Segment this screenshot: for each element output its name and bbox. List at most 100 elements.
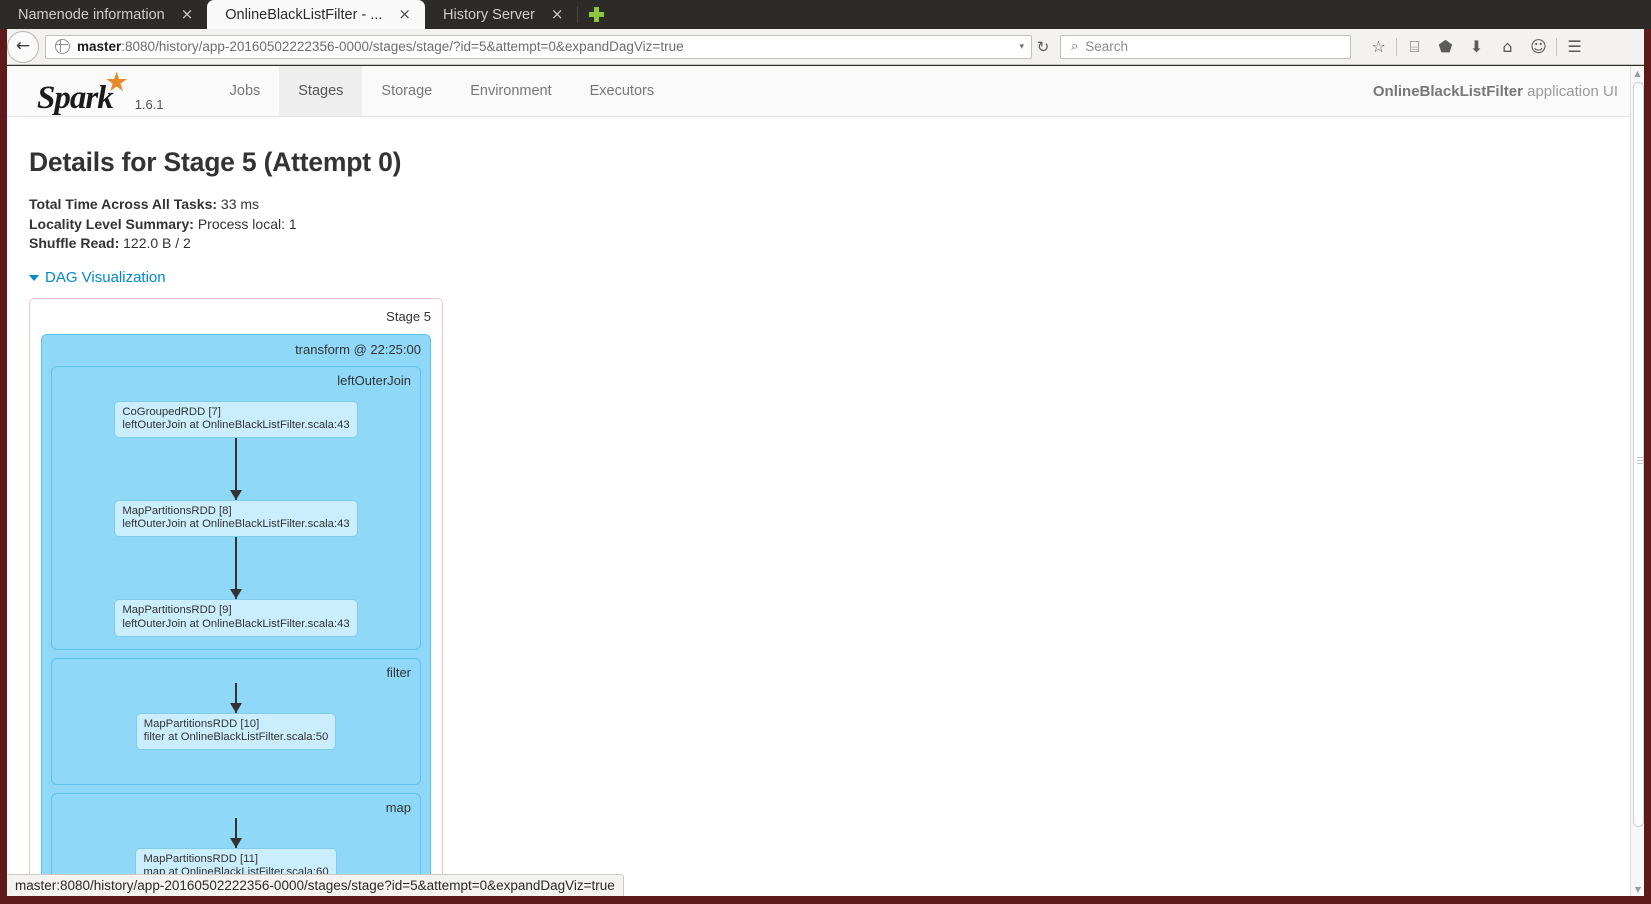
tab-title: Namenode information	[18, 6, 165, 23]
toolbar-divider	[1396, 37, 1397, 56]
pocket-icon[interactable]: ⬟	[1430, 33, 1461, 61]
arrow-head-icon	[230, 589, 242, 600]
dag-node-line1: MapPartitionsRDD [11]	[143, 853, 259, 866]
dag-node-line1: MapPartitionsRDD [8]	[122, 504, 232, 517]
stage-label: Stage 5	[386, 308, 431, 324]
spark-wordmark: Spark	[37, 80, 114, 116]
page-vertical-scrollbar[interactable]: ▲ ▼	[1630, 66, 1644, 896]
scroll-up-arrow-icon[interactable]: ▲	[1631, 66, 1644, 80]
spark-star-icon: ★	[104, 67, 128, 98]
status-bar: master:8080/history/app-20160502222356-0…	[7, 874, 624, 896]
plus-icon	[588, 7, 604, 22]
scroll-down-arrow-icon[interactable]: ▼	[1631, 882, 1644, 896]
tab-title: OnlineBlackListFilter - ...	[225, 6, 383, 23]
summary-locality-level: Locality Level Summary: Process local: 1	[29, 215, 1622, 235]
dag-visualization-toggle[interactable]: DAG Visualization	[29, 269, 166, 286]
dag-edge-arrow	[61, 437, 411, 500]
reload-button[interactable]: ↻	[1032, 38, 1054, 56]
chevron-down-icon[interactable]: ▾	[1019, 42, 1031, 52]
dag-edge-arrow	[61, 537, 411, 600]
search-bar[interactable]: ⌕ Search	[1060, 34, 1351, 59]
globe-icon	[54, 38, 70, 54]
dag-node-mappartitionsrdd-8[interactable]: MapPartitionsRDD [8] leftOuterJoin at On…	[114, 499, 358, 538]
cluster-label: filter	[386, 664, 411, 680]
dag-toggle-label: DAG Visualization	[45, 268, 166, 286]
browser-tab-2[interactable]: History Server ×	[425, 0, 577, 29]
dag-node-line1: CoGroupedRDD [7]	[122, 405, 221, 418]
dag-node-line1: MapPartitionsRDD [10]	[143, 717, 260, 730]
summary-value: 33 ms	[220, 196, 260, 212]
summary-label: Locality Level Summary:	[29, 215, 194, 232]
window-frame-right	[1644, 29, 1651, 904]
scrollbar-thumb[interactable]	[1633, 82, 1644, 827]
home-icon[interactable]: ⌂	[1492, 33, 1523, 61]
summary-label: Shuffle Read:	[29, 235, 120, 251]
nav-tab-environment[interactable]: Environment	[451, 66, 570, 116]
spark-app-navbar: Spark ★ 1.6.1 Jobs Stages Storage Enviro…	[7, 66, 1644, 117]
status-bar-url: master:8080/history/app-20160502222356-0…	[15, 878, 615, 893]
tab-close-icon[interactable]: ×	[181, 7, 194, 22]
browser-window: Namenode information × OnlineBlackListFi…	[0, 0, 1651, 904]
dag-stage-container: Stage 5 transform @ 22:25:00 leftOuterJo…	[29, 297, 443, 896]
reading-list-icon[interactable]: ⌸	[1399, 33, 1430, 61]
scrollbar-grip-icon	[1637, 457, 1644, 464]
dag-node-cogroupedrdd-7[interactable]: CoGroupedRDD [7] leftOuterJoin at Online…	[114, 400, 358, 438]
application-title: OnlineBlackListFilter application UI	[1373, 83, 1618, 100]
arrow-head-icon	[230, 489, 242, 500]
address-bar[interactable]: master:8080/history/app-20160502222356-0…	[45, 34, 1032, 59]
nav-tab-jobs[interactable]: Jobs	[211, 66, 280, 116]
summary-label: Total Time Across All Tasks:	[29, 196, 218, 212]
browser-tab-0[interactable]: Namenode information ×	[0, 0, 207, 29]
dag-edge-arrow	[61, 818, 411, 849]
sync-smiley-icon[interactable]: ☺	[1523, 33, 1554, 61]
cluster-label: map	[385, 800, 411, 816]
nav-tab-stages[interactable]: Stages	[279, 66, 363, 116]
arrow-head-icon	[230, 838, 242, 849]
tab-close-icon[interactable]: ×	[551, 7, 564, 22]
downloads-icon[interactable]: ⬇	[1461, 33, 1492, 61]
cluster-label: leftOuterJoin	[337, 372, 411, 388]
navigation-toolbar: ← master:8080/history/app-20160502222356…	[0, 29, 1651, 65]
spark-logo[interactable]: Spark ★ 1.6.1	[37, 66, 164, 117]
menu-hamburger-icon[interactable]: ☰	[1559, 33, 1590, 61]
page-viewport: Spark ★ 1.6.1 Jobs Stages Storage Enviro…	[7, 66, 1644, 896]
url-path: :8080/history/app-20160502222356-0000/st…	[121, 39, 684, 54]
page-content: Details for Stage 5 (Attempt 0) Total Ti…	[7, 147, 1644, 896]
browser-tab-1[interactable]: OnlineBlackListFilter - ... ×	[207, 0, 425, 29]
back-button[interactable]: ←	[7, 30, 39, 63]
tab-close-icon[interactable]: ×	[398, 7, 411, 22]
nav-tab-storage[interactable]: Storage	[362, 66, 451, 116]
tab-title: History Server	[443, 6, 535, 23]
new-tab-button[interactable]	[578, 0, 614, 29]
summary-total-time: Total Time Across All Tasks: 33 ms	[29, 195, 1622, 215]
cluster-spacer	[61, 750, 411, 772]
bookmark-star-icon[interactable]: ☆	[1363, 33, 1394, 61]
dag-node-mappartitionsrdd-9[interactable]: MapPartitionsRDD [9] leftOuterJoin at On…	[114, 599, 358, 637]
spark-nav-items: Jobs Stages Storage Environment Executor…	[211, 66, 673, 116]
dag-node-line2: leftOuterJoin at OnlineBlackListFilter.s…	[122, 617, 350, 630]
toolbar-divider	[1556, 37, 1557, 56]
dag-node-row: MapPartitionsRDD [9] leftOuterJoin at On…	[61, 599, 411, 637]
url-host: master	[77, 39, 122, 54]
dag-cluster-transform: transform @ 22:25:00 leftOuterJoin CoGro…	[41, 333, 431, 896]
dag-node-row: MapPartitionsRDD [10] filter at OnlineBl…	[61, 712, 411, 751]
summary-shuffle-read: Shuffle Read: 122.0 B / 2	[29, 234, 1622, 254]
dag-node-mappartitionsrdd-10[interactable]: MapPartitionsRDD [10] filter at OnlineBl…	[135, 712, 337, 751]
search-placeholder: Search	[1085, 39, 1129, 54]
dag-edge-arrow	[61, 682, 411, 713]
dag-node-line2: leftOuterJoin at OnlineBlackListFilter.s…	[122, 518, 350, 531]
url-text: master:8080/history/app-20160502222356-0…	[77, 39, 684, 54]
summary-value: 122.0 B / 2	[123, 235, 191, 251]
window-frame-bottom	[0, 896, 1651, 904]
arrow-left-icon: ←	[15, 36, 31, 56]
dag-node-line2: leftOuterJoin at OnlineBlackListFilter.s…	[122, 418, 350, 431]
dag-node-row: CoGroupedRDD [7] leftOuterJoin at Online…	[61, 400, 411, 438]
search-icon: ⌕	[1071, 39, 1079, 54]
application-name: OnlineBlackListFilter	[1372, 82, 1523, 100]
window-frame-left	[0, 29, 7, 904]
dag-cluster-leftouterjoin: leftOuterJoin CoGroupedRDD [7] leftOuter…	[51, 365, 421, 650]
toolbar-icons: ☆ ⌸ ⬟ ⬇ ⌂ ☺ ☰	[1363, 33, 1590, 61]
page-title: Details for Stage 5 (Attempt 0)	[29, 147, 402, 177]
nav-tab-executors[interactable]: Executors	[571, 66, 673, 116]
dag-node-line2: filter at OnlineBlackListFilter.scala:50	[143, 730, 329, 743]
